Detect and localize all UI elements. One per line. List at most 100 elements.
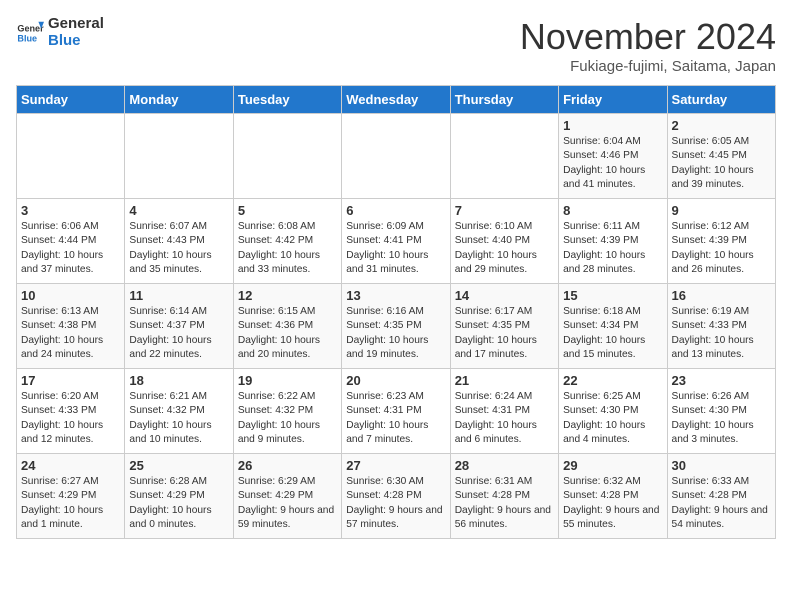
col-header-monday: Monday bbox=[125, 86, 233, 114]
day-cell-4: 4 Sunrise: 6:07 AM Sunset: 4:43 PM Daylig… bbox=[125, 199, 233, 284]
day-number: 22 bbox=[563, 373, 662, 388]
day-info: Sunrise: 6:17 AM Sunset: 4:35 PM Dayligh… bbox=[455, 305, 554, 362]
day-number: 23 bbox=[672, 373, 771, 388]
day-number: 12 bbox=[238, 288, 337, 303]
day-info: Sunrise: 6:26 AM Sunset: 4:30 PM Dayligh… bbox=[672, 390, 771, 447]
day-cell-3: 3 Sunrise: 6:06 AM Sunset: 4:44 PM Daylig… bbox=[17, 199, 125, 284]
empty-cell bbox=[233, 114, 341, 199]
col-header-tuesday: Tuesday bbox=[233, 86, 341, 114]
day-number: 27 bbox=[346, 458, 445, 473]
logo-icon: General Blue bbox=[16, 19, 44, 47]
day-info: Sunrise: 6:29 AM Sunset: 4:29 PM Dayligh… bbox=[238, 475, 337, 532]
day-info: Sunrise: 6:23 AM Sunset: 4:31 PM Dayligh… bbox=[346, 390, 445, 447]
day-cell-5: 5Sunrise: 6:08 AM Sunset: 4:42 PM Daylig… bbox=[233, 199, 341, 284]
day-info: Sunrise: 6:13 AM Sunset: 4:38 PM Dayligh… bbox=[21, 305, 120, 362]
day-info: Sunrise: 6:20 AM Sunset: 4:33 PM Dayligh… bbox=[21, 390, 120, 447]
day-cell-25: 25 Sunrise: 6:28 AM Sunset: 4:29 PM Dayli… bbox=[125, 454, 233, 539]
day-info: Sunrise: 6:18 AM Sunset: 4:34 PM Dayligh… bbox=[563, 305, 662, 362]
empty-cell bbox=[342, 114, 450, 199]
day-number: 7 bbox=[455, 203, 554, 218]
col-header-friday: Friday bbox=[559, 86, 667, 114]
empty-cell bbox=[17, 114, 125, 199]
day-info: Sunrise: 6:16 AM Sunset: 4:35 PM Dayligh… bbox=[346, 305, 445, 362]
day-cell-26: 26Sunrise: 6:29 AM Sunset: 4:29 PM Dayli… bbox=[233, 454, 341, 539]
location-text: Fukiage-fujimi, Saitama, Japan bbox=[520, 58, 776, 75]
day-number: 18 bbox=[129, 373, 228, 388]
day-number: 19 bbox=[238, 373, 337, 388]
day-cell-24: 24Sunrise: 6:27 AM Sunset: 4:29 PM Dayli… bbox=[17, 454, 125, 539]
day-info: Sunrise: 6:21 AM Sunset: 4:32 PM Dayligh… bbox=[129, 390, 228, 447]
day-cell-12: 12 Sunrise: 6:15 AM Sunset: 4:36 PM Dayli… bbox=[233, 284, 341, 369]
day-cell-30: 30 Sunrise: 6:33 AM Sunset: 4:28 PM Dayli… bbox=[667, 454, 775, 539]
day-number: 13 bbox=[346, 288, 445, 303]
calendar-header-row: SundayMondayTuesdayWednesdayThursdayFrid… bbox=[17, 86, 776, 114]
page-header: General Blue General Blue November 2024 … bbox=[16, 16, 776, 75]
day-number: 21 bbox=[455, 373, 554, 388]
day-cell-2: 2Sunrise: 6:05 AM Sunset: 4:45 PM Daylig… bbox=[667, 114, 775, 199]
svg-text:Blue: Blue bbox=[17, 33, 37, 43]
day-number: 4 bbox=[129, 203, 228, 218]
empty-cell bbox=[450, 114, 558, 199]
day-number: 30 bbox=[672, 458, 771, 473]
day-info: Sunrise: 6:24 AM Sunset: 4:31 PM Dayligh… bbox=[455, 390, 554, 447]
day-info: Sunrise: 6:22 AM Sunset: 4:32 PM Dayligh… bbox=[238, 390, 337, 447]
day-cell-23: 23 Sunrise: 6:26 AM Sunset: 4:30 PM Dayli… bbox=[667, 369, 775, 454]
day-info: Sunrise: 6:30 AM Sunset: 4:28 PM Dayligh… bbox=[346, 475, 445, 532]
day-number: 6 bbox=[346, 203, 445, 218]
day-info: Sunrise: 6:32 AM Sunset: 4:28 PM Dayligh… bbox=[563, 475, 662, 532]
day-number: 1 bbox=[563, 118, 662, 133]
day-info: Sunrise: 6:33 AM Sunset: 4:28 PM Dayligh… bbox=[672, 475, 771, 532]
day-number: 17 bbox=[21, 373, 120, 388]
week-row-3: 10 Sunrise: 6:13 AM Sunset: 4:38 PM Dayli… bbox=[17, 284, 776, 369]
day-number: 29 bbox=[563, 458, 662, 473]
day-number: 3 bbox=[21, 203, 120, 218]
day-cell-20: 20 Sunrise: 6:23 AM Sunset: 4:31 PM Dayli… bbox=[342, 369, 450, 454]
day-info: Sunrise: 6:19 AM Sunset: 4:33 PM Dayligh… bbox=[672, 305, 771, 362]
day-info: Sunrise: 6:28 AM Sunset: 4:29 PM Dayligh… bbox=[129, 475, 228, 532]
day-info: Sunrise: 6:11 AM Sunset: 4:39 PM Dayligh… bbox=[563, 220, 662, 277]
day-number: 16 bbox=[672, 288, 771, 303]
title-block: November 2024 Fukiage-fujimi, Saitama, J… bbox=[520, 16, 776, 75]
day-info: Sunrise: 6:27 AM Sunset: 4:29 PM Dayligh… bbox=[21, 475, 120, 532]
day-number: 11 bbox=[129, 288, 228, 303]
day-info: Sunrise: 6:10 AM Sunset: 4:40 PM Dayligh… bbox=[455, 220, 554, 277]
day-info: Sunrise: 6:07 AM Sunset: 4:43 PM Dayligh… bbox=[129, 220, 228, 277]
day-cell-17: 17 Sunrise: 6:20 AM Sunset: 4:33 PM Dayli… bbox=[17, 369, 125, 454]
logo-general-text: General bbox=[48, 16, 104, 33]
day-cell-13: 13 Sunrise: 6:16 AM Sunset: 4:35 PM Dayli… bbox=[342, 284, 450, 369]
day-number: 9 bbox=[672, 203, 771, 218]
day-info: Sunrise: 6:14 AM Sunset: 4:37 PM Dayligh… bbox=[129, 305, 228, 362]
day-number: 5 bbox=[238, 203, 337, 218]
week-row-5: 24Sunrise: 6:27 AM Sunset: 4:29 PM Dayli… bbox=[17, 454, 776, 539]
day-cell-10: 10 Sunrise: 6:13 AM Sunset: 4:38 PM Dayli… bbox=[17, 284, 125, 369]
day-cell-8: 8Sunrise: 6:11 AM Sunset: 4:39 PM Daylig… bbox=[559, 199, 667, 284]
day-info: Sunrise: 6:25 AM Sunset: 4:30 PM Dayligh… bbox=[563, 390, 662, 447]
day-number: 25 bbox=[129, 458, 228, 473]
day-number: 10 bbox=[21, 288, 120, 303]
day-info: Sunrise: 6:15 AM Sunset: 4:36 PM Dayligh… bbox=[238, 305, 337, 362]
day-cell-11: 11 Sunrise: 6:14 AM Sunset: 4:37 PM Dayli… bbox=[125, 284, 233, 369]
day-info: Sunrise: 6:04 AM Sunset: 4:46 PM Dayligh… bbox=[563, 135, 662, 192]
day-cell-1: 1 Sunrise: 6:04 AM Sunset: 4:46 PM Daylig… bbox=[559, 114, 667, 199]
day-number: 20 bbox=[346, 373, 445, 388]
day-number: 14 bbox=[455, 288, 554, 303]
col-header-thursday: Thursday bbox=[450, 86, 558, 114]
day-info: Sunrise: 6:06 AM Sunset: 4:44 PM Dayligh… bbox=[21, 220, 120, 277]
day-cell-29: 29 Sunrise: 6:32 AM Sunset: 4:28 PM Dayli… bbox=[559, 454, 667, 539]
week-row-1: 1 Sunrise: 6:04 AM Sunset: 4:46 PM Daylig… bbox=[17, 114, 776, 199]
day-number: 28 bbox=[455, 458, 554, 473]
day-info: Sunrise: 6:12 AM Sunset: 4:39 PM Dayligh… bbox=[672, 220, 771, 277]
day-cell-9: 9 Sunrise: 6:12 AM Sunset: 4:39 PM Daylig… bbox=[667, 199, 775, 284]
day-number: 2 bbox=[672, 118, 771, 133]
month-title: November 2024 bbox=[520, 16, 776, 58]
day-cell-19: 19 Sunrise: 6:22 AM Sunset: 4:32 PM Dayli… bbox=[233, 369, 341, 454]
empty-cell bbox=[125, 114, 233, 199]
day-cell-7: 7 Sunrise: 6:10 AM Sunset: 4:40 PM Daylig… bbox=[450, 199, 558, 284]
day-info: Sunrise: 6:09 AM Sunset: 4:41 PM Dayligh… bbox=[346, 220, 445, 277]
logo-blue-text: Blue bbox=[48, 33, 104, 50]
day-cell-15: 15Sunrise: 6:18 AM Sunset: 4:34 PM Dayli… bbox=[559, 284, 667, 369]
day-cell-28: 28Sunrise: 6:31 AM Sunset: 4:28 PM Dayli… bbox=[450, 454, 558, 539]
day-cell-16: 16 Sunrise: 6:19 AM Sunset: 4:33 PM Dayli… bbox=[667, 284, 775, 369]
day-cell-27: 27 Sunrise: 6:30 AM Sunset: 4:28 PM Dayli… bbox=[342, 454, 450, 539]
logo: General Blue General Blue bbox=[16, 16, 104, 49]
